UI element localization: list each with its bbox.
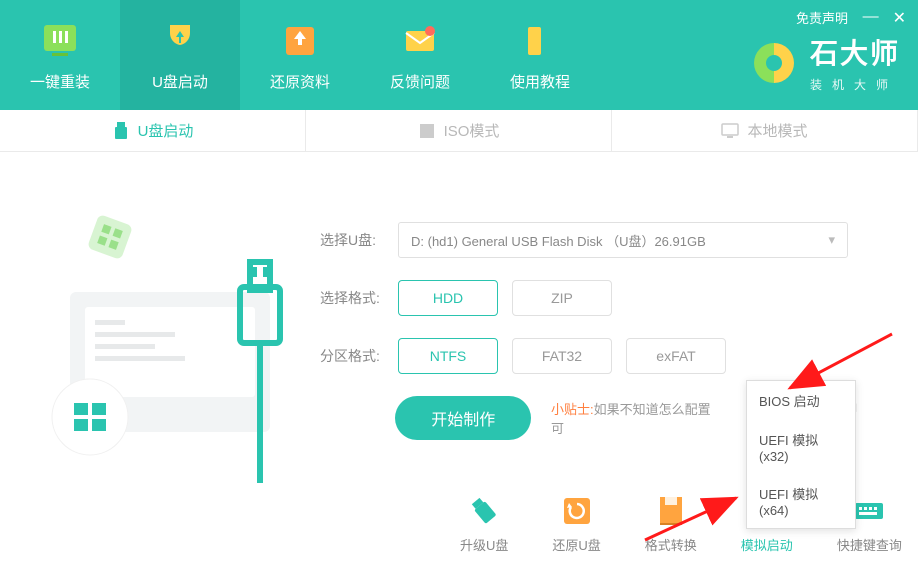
- nav-label: 使用教程: [510, 71, 570, 92]
- action-label: 还原U盘: [552, 535, 600, 554]
- upgrade-usb-icon: [466, 493, 502, 529]
- simulate-boot-menu: BIOS 启动 UEFI 模拟(x32) UEFI 模拟(x64): [746, 380, 856, 529]
- tab-label: U盘启动: [138, 120, 194, 141]
- format-option-zip[interactable]: ZIP: [512, 280, 612, 316]
- logo: 石大师 装机大师: [750, 32, 900, 93]
- tab-usb-boot[interactable]: U盘启动: [0, 110, 306, 151]
- action-format-convert[interactable]: 格式转换: [645, 493, 697, 554]
- chevron-down-icon: ▾: [828, 232, 835, 248]
- nav-label: 一键重装: [30, 71, 90, 92]
- tip-label: 小贴士:: [551, 402, 594, 417]
- usb-illustration: [40, 192, 300, 482]
- action-label: 升级U盘: [460, 535, 508, 554]
- tab-label: 本地模式: [747, 120, 807, 141]
- tip-text: 如果不知道怎么配置: [594, 402, 711, 417]
- logo-title: 石大师: [810, 32, 900, 72]
- select-disk-label: 选择U盘:: [320, 230, 398, 250]
- partition-option-fat32[interactable]: FAT32: [512, 338, 612, 374]
- nav-label: 还原资料: [270, 71, 330, 92]
- nav-usb-boot[interactable]: U盘启动: [120, 0, 240, 110]
- nav-tutorial[interactable]: 使用教程: [480, 0, 600, 110]
- hotkey-icon: [851, 493, 887, 529]
- iso-icon: [418, 122, 436, 140]
- row-partition: 分区格式: NTFS FAT32 exFAT: [320, 338, 860, 374]
- usb-boot-icon: [158, 19, 202, 63]
- tab-label: ISO模式: [444, 120, 500, 141]
- usb-icon: [112, 122, 130, 140]
- nav-label: 反馈问题: [390, 71, 450, 92]
- nav-restore[interactable]: 还原资料: [240, 0, 360, 110]
- restore-icon: [278, 19, 322, 63]
- disk-dropdown-value: D: (hd1) General USB Flash Disk （U盘）26.9…: [411, 231, 706, 250]
- format-convert-icon: [653, 493, 689, 529]
- partition-option-exfat[interactable]: exFAT: [626, 338, 726, 374]
- format-option-hdd[interactable]: HDD: [398, 280, 498, 316]
- nav-label: U盘启动: [152, 71, 208, 92]
- tab-iso[interactable]: ISO模式: [306, 110, 612, 151]
- action-restore-usb[interactable]: 还原U盘: [552, 493, 600, 554]
- logo-icon: [750, 39, 798, 87]
- nav-reinstall[interactable]: 一键重装: [0, 0, 120, 110]
- logo-subtitle: 装机大师: [810, 76, 900, 93]
- menu-bios-boot[interactable]: BIOS 启动: [747, 381, 855, 420]
- action-label: 快捷键查询: [837, 535, 902, 554]
- row-select-format: 选择格式: HDD ZIP: [320, 280, 860, 316]
- monitor-icon: [721, 122, 739, 140]
- disk-dropdown[interactable]: D: (hd1) General USB Flash Disk （U盘）26.9…: [398, 222, 848, 258]
- restore-usb-icon: [559, 493, 595, 529]
- tutorial-icon: [518, 19, 562, 63]
- row-select-disk: 选择U盘: D: (hd1) General USB Flash Disk （U…: [320, 222, 860, 258]
- action-upgrade-usb[interactable]: 升级U盘: [460, 493, 508, 554]
- mode-tabs: U盘启动 ISO模式 本地模式: [0, 110, 918, 152]
- disclaimer-link[interactable]: 免责声明: [796, 8, 848, 27]
- action-label: 格式转换: [645, 535, 697, 554]
- window-controls: — ✕: [863, 8, 906, 28]
- close-button[interactable]: ✕: [893, 8, 906, 28]
- header: 免责声明 — ✕ 一键重装 U盘启动 还原资料 反馈问题 使用教程: [0, 0, 918, 110]
- tab-local[interactable]: 本地模式: [612, 110, 918, 151]
- minimize-button[interactable]: —: [863, 8, 879, 28]
- action-label: 模拟启动: [741, 535, 793, 554]
- reinstall-icon: [38, 19, 82, 63]
- menu-uefi-x64[interactable]: UEFI 模拟(x64): [747, 474, 855, 528]
- feedback-icon: [398, 19, 442, 63]
- partition-option-ntfs[interactable]: NTFS: [398, 338, 498, 374]
- menu-uefi-x32[interactable]: UEFI 模拟(x32): [747, 420, 855, 474]
- select-format-label: 选择格式:: [320, 288, 398, 308]
- partition-label: 分区格式:: [320, 346, 398, 366]
- start-button[interactable]: 开始制作: [395, 396, 531, 440]
- nav-feedback[interactable]: 反馈问题: [360, 0, 480, 110]
